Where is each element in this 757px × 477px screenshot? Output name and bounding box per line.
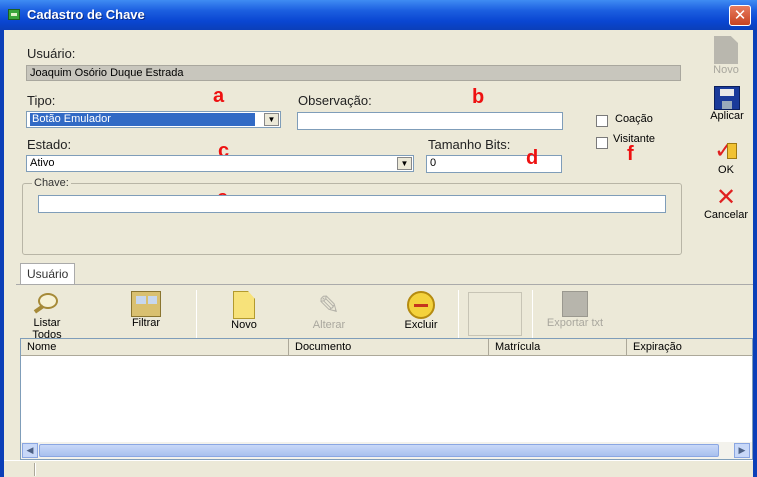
cancelar-label: Cancelar [703, 209, 749, 221]
exportar-txt-button[interactable]: Exportar txt [540, 291, 610, 329]
estado-label: Estado: [27, 137, 72, 152]
novo-side-button[interactable]: Novo [700, 36, 752, 76]
annotation-d: d [526, 147, 539, 169]
status-panel-divider [34, 463, 36, 476]
chave-label: Chave: [32, 177, 71, 189]
ok-check-icon: ✓ [712, 137, 740, 164]
scrollbar-thumb[interactable] [39, 444, 719, 457]
tamanho-bits-input[interactable]: 0 [426, 155, 562, 173]
visitante-checkbox[interactable] [596, 137, 608, 149]
scroll-right-icon[interactable]: ▶ [734, 443, 750, 458]
empty-toolbar-slot [468, 292, 522, 336]
window-icon [8, 9, 20, 20]
window-frame-right [753, 30, 757, 477]
filtrar-label: Filtrar [131, 317, 161, 329]
save-icon [714, 86, 740, 110]
chave-input[interactable] [38, 195, 666, 213]
delete-icon [407, 291, 435, 319]
novo-side-label: Novo [713, 64, 739, 76]
aplicar-button[interactable]: Aplicar [701, 86, 753, 122]
tamanho-bits-label: Tamanho Bits: [428, 137, 511, 152]
ok-label: OK [718, 164, 734, 176]
coacao-checkbox[interactable] [596, 115, 608, 127]
annotation-f: f [627, 143, 634, 165]
usuario-label: Usuário: [27, 46, 76, 61]
alterar-label: Alterar [312, 319, 346, 331]
horizontal-scrollbar[interactable]: ◀ ▶ [21, 442, 752, 459]
novo-list-label: Novo [231, 319, 257, 331]
search-icon [32, 291, 62, 317]
aplicar-label: Aplicar [710, 110, 744, 122]
export-icon [562, 291, 588, 317]
observacao-input[interactable] [297, 112, 563, 130]
cancelar-button[interactable]: ✕ Cancelar [700, 184, 752, 222]
new-document-icon [714, 36, 738, 64]
column-header-matricula[interactable]: Matrícula [489, 339, 627, 356]
exportar-txt-label: Exportar txt [546, 317, 604, 329]
tipo-label: Tipo: [27, 93, 56, 108]
annotation-b: b [472, 86, 485, 108]
toolbar-separator [196, 290, 197, 338]
scroll-left-icon[interactable]: ◀ [22, 443, 38, 458]
usuario-field: Joaquim Osório Duque Estrada [26, 65, 681, 81]
chevron-down-icon[interactable]: ▼ [264, 113, 279, 126]
novo-list-button[interactable]: Novo [222, 291, 266, 331]
filter-icon [131, 291, 161, 317]
listar-todos-button[interactable]: Listar Todos [20, 291, 74, 341]
column-header-documento[interactable]: Documento [289, 339, 489, 356]
tab-usuario[interactable]: Usuário [20, 263, 76, 285]
column-header-expiracao[interactable]: Expiração [627, 339, 752, 356]
observacao-label: Observação: [298, 93, 372, 108]
toolbar-separator [458, 290, 459, 338]
excluir-button[interactable]: Excluir [396, 291, 446, 331]
cancel-x-icon: ✕ [715, 184, 737, 211]
alterar-button[interactable]: ✎ Alterar [304, 291, 354, 331]
window-frame-left [0, 30, 4, 477]
filtrar-button[interactable]: Filtrar [124, 291, 168, 329]
chevron-down-icon[interactable]: ▼ [397, 157, 412, 170]
ok-button[interactable]: ✓ OK [700, 137, 752, 176]
user-grid[interactable]: Nome Documento Matrícula Expiração ◀ ▶ [20, 338, 753, 460]
estado-select[interactable]: Ativo ▼ [26, 155, 414, 172]
new-document-icon [233, 291, 255, 319]
visitante-label: Visitante [613, 133, 655, 145]
window-title: Cadastro de Chave [27, 7, 145, 22]
tab-divider [16, 284, 753, 285]
excluir-label: Excluir [404, 319, 438, 331]
status-bar [4, 460, 753, 477]
tipo-selected-value: Botão Emulador [30, 113, 255, 126]
estado-selected-value: Ativo [30, 157, 55, 169]
tipo-select[interactable]: Botão Emulador ▼ [26, 111, 281, 128]
coacao-label: Coação [615, 113, 653, 125]
edit-icon: ✎ [318, 290, 340, 320]
title-bar[interactable]: Cadastro de Chave ✕ [0, 0, 757, 30]
annotation-a: a [213, 85, 225, 107]
column-header-nome[interactable]: Nome [21, 339, 289, 356]
close-button[interactable]: ✕ [729, 5, 751, 26]
chave-groupbox [22, 183, 682, 255]
toolbar-separator [532, 290, 533, 338]
